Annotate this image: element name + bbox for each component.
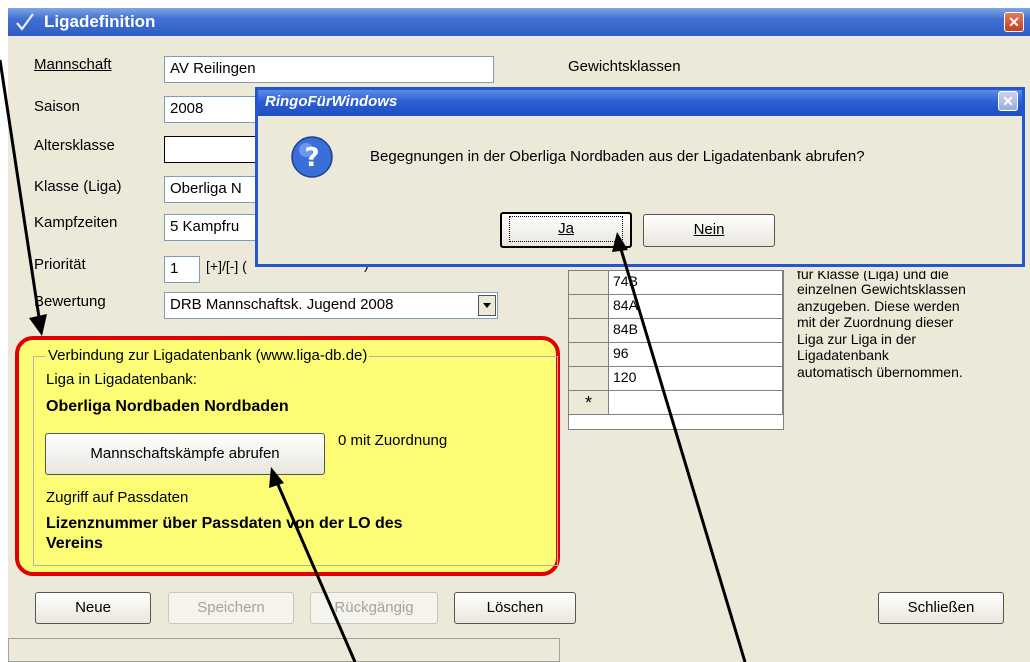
window-titlebar <box>8 8 1030 36</box>
chevron-down-icon <box>483 303 491 308</box>
svg-text:?: ? <box>304 143 319 173</box>
klasse-field[interactable]: Oberliga N <box>164 176 259 203</box>
label-kampfzeiten: Kampfzeiten <box>34 214 118 231</box>
window-title: Ligadefinition <box>44 12 156 31</box>
gewichtsklassen-label: Gewichtsklassen <box>568 58 681 75</box>
dialog-yes-label: Ja <box>509 216 623 242</box>
rueckgaengig-button[interactable]: Rückgängig <box>310 592 438 624</box>
dialog-message: Begegnungen in der Oberliga Nordbaden au… <box>370 148 865 165</box>
prioritaet-hint: [+]/[-] ( <box>206 258 247 274</box>
bewertung-dropdown-button[interactable] <box>478 295 496 316</box>
status-bar <box>8 638 560 662</box>
mannschaft-field[interactable]: AV Reilingen <box>164 56 494 83</box>
label-saison: Saison <box>34 98 80 115</box>
speichern-button[interactable]: Speichern <box>168 592 294 624</box>
ligadb-liga-label: Liga in Ligadatenbank: <box>46 371 197 388</box>
question-icon: ? <box>290 135 334 179</box>
fetch-matches-button[interactable]: Mannschaftskämpfe abrufen <box>45 433 325 475</box>
ligadb-group-label: Verbindung zur Ligadatenbank (www.liga-d… <box>46 347 370 364</box>
grid-row-header <box>569 271 609 295</box>
dialog-title: RingoFürWindows <box>265 93 398 110</box>
kampfzeiten-field[interactable]: 5 Kampfru <box>164 214 259 241</box>
ligadb-match-count: 0 mit Zuordnung <box>338 432 448 449</box>
grid-cell[interactable]: 84B <box>609 319 783 343</box>
grid-new-row-marker: * <box>569 391 609 415</box>
label-altersklasse: Altersklasse <box>34 137 115 154</box>
help-text: für Klasse (Liga) und die einzelnen Gewi… <box>797 271 966 380</box>
app-check-icon <box>14 11 36 33</box>
grid-row-header <box>569 367 609 391</box>
schliessen-button[interactable]: Schließen <box>878 592 1004 624</box>
grid-row-header <box>569 343 609 367</box>
saison-field[interactable]: 2008 <box>164 96 259 123</box>
grid-new-row-cell[interactable] <box>609 391 783 415</box>
bewertung-select[interactable]: DRB Mannschaftsk. Jugend 2008 <box>164 292 498 319</box>
neue-button[interactable]: Neue <box>35 592 151 624</box>
grid-cell[interactable]: 74B <box>609 271 783 295</box>
grid-row-header <box>569 319 609 343</box>
passdaten-value-2: Vereins <box>46 535 103 552</box>
prioritaet-field[interactable]: 1 <box>164 256 200 283</box>
grid-row-header <box>569 295 609 319</box>
altersklasse-field[interactable] <box>164 136 259 163</box>
loeschen-button[interactable]: Löschen <box>454 592 576 624</box>
window-close-button[interactable]: ✕ <box>1004 12 1024 32</box>
label-klasse: Klasse (Liga) <box>34 178 122 195</box>
dialog-yes-button[interactable]: Ja <box>500 212 632 248</box>
dialog-no-button[interactable]: Nein <box>643 214 775 247</box>
grid-cell[interactable]: 120 <box>609 367 783 391</box>
passdaten-label: Zugriff auf Passdaten <box>46 489 189 506</box>
label-prioritaet: Priorität <box>34 256 86 273</box>
dialog-close-button[interactable]: ✕ <box>998 91 1018 111</box>
ligadb-liga-value: Oberliga Nordbaden Nordbaden <box>46 398 289 415</box>
grid-cell[interactable]: 84A <box>609 295 783 319</box>
grid-cell[interactable]: 96 <box>609 343 783 367</box>
label-bewertung: Bewertung <box>34 293 106 310</box>
passdaten-value: Lizenznummer über Passdaten von der LO d… <box>46 515 403 532</box>
label-mannschaft: Mannschaft <box>34 56 112 73</box>
